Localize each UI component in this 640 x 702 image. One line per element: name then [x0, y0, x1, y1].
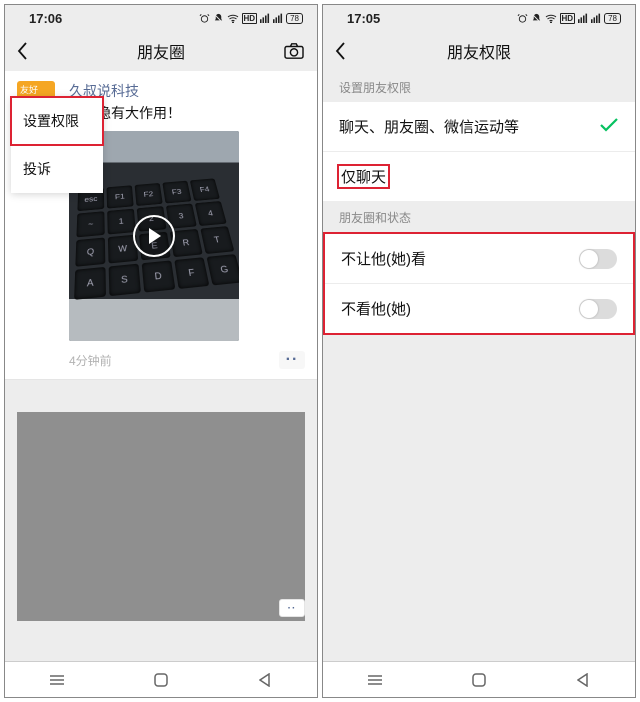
alarm-icon	[199, 13, 210, 24]
section-label-2: 朋友圈和状态	[323, 201, 635, 232]
permission-group-1: 聊天、朋友圈、微信运动等 仅聊天	[323, 102, 635, 201]
alarm-icon	[517, 13, 528, 24]
toggle-hide-theirs[interactable]: 不看他(她)	[325, 284, 633, 333]
feed-timestamp: 4分钟前	[69, 352, 112, 369]
recents-button[interactable]	[366, 673, 384, 687]
battery-icon: 78	[286, 13, 303, 24]
context-menu: 设置权限 投诉	[11, 97, 103, 193]
feed-author[interactable]: 久叔说科技	[69, 81, 305, 101]
signal-icon-2	[591, 13, 601, 23]
menu-item-set-permission[interactable]: 设置权限	[11, 97, 103, 145]
android-back-button[interactable]	[574, 673, 592, 687]
checkmark-icon	[599, 118, 619, 136]
divider	[5, 379, 317, 380]
status-icons: HD 78	[199, 13, 303, 24]
status-icons: HD 78	[517, 13, 621, 24]
play-icon[interactable]	[133, 215, 175, 257]
nav-bar: 朋友圈	[5, 31, 317, 71]
feed-more-button[interactable]: ··	[279, 351, 305, 369]
wifi-icon	[545, 13, 557, 23]
toggle-switch[interactable]	[579, 299, 617, 319]
page-title: 朋友权限	[323, 39, 635, 63]
section-label-1: 设置朋友权限	[323, 71, 635, 102]
home-button[interactable]	[470, 673, 488, 687]
status-bar: 17:05 HD 78	[323, 5, 635, 31]
moment-toggles-group: 不让他(她)看 不看他(她)	[323, 232, 635, 335]
toggle-hide-mine-label: 不让他(她)看	[341, 248, 579, 269]
camera-button[interactable]	[283, 40, 305, 62]
nav-bar: 朋友权限	[323, 31, 635, 71]
feed-more-button-2[interactable]: ··	[279, 599, 305, 617]
back-button[interactable]	[17, 40, 39, 62]
mute-icon	[213, 13, 224, 24]
page-title: 朋友圈	[5, 39, 317, 63]
battery-icon: 78	[604, 13, 621, 24]
option-chat-only-label: 仅聊天	[339, 166, 619, 187]
back-button[interactable]	[335, 40, 357, 62]
mute-icon	[531, 13, 542, 24]
home-button[interactable]	[152, 673, 170, 687]
toggle-hide-mine[interactable]: 不让他(她)看	[325, 234, 633, 284]
toggle-hide-theirs-label: 不看他(她)	[341, 298, 579, 319]
hd-icon: HD	[560, 13, 576, 24]
signal-icon-2	[273, 13, 283, 23]
android-nav-bar	[5, 661, 317, 697]
menu-item-report[interactable]: 投诉	[11, 145, 103, 193]
wifi-icon	[227, 13, 239, 23]
feed-text: 个键隐有大作用！	[69, 103, 305, 123]
android-back-button[interactable]	[256, 673, 274, 687]
recents-button[interactable]	[48, 673, 66, 687]
status-time: 17:05	[347, 11, 380, 26]
signal-icon	[260, 13, 270, 23]
status-bar: 17:06 HD 78	[5, 5, 317, 31]
status-time: 17:06	[29, 11, 62, 26]
timeline-body: 友好 久叔说科技 个键隐有大作用！ escF1F2F3F4 ~1234 QWER…	[5, 71, 317, 661]
permissions-body: 设置朋友权限 聊天、朋友圈、微信运动等 仅聊天 朋友圈和状态 不让他(她)看 不…	[323, 71, 635, 661]
next-feed-placeholder	[17, 412, 305, 621]
toggle-switch[interactable]	[579, 249, 617, 269]
signal-icon	[578, 13, 588, 23]
phone-right: 17:05 HD 78 朋友权限 设置朋友权限 聊天、朋友圈、微信运动等	[322, 4, 636, 698]
hd-icon: HD	[242, 13, 258, 24]
phone-left: 17:06 HD 78 朋友圈 友好 久叔说科技 个键隐有大作用！	[4, 4, 318, 698]
option-full-label: 聊天、朋友圈、微信运动等	[339, 116, 599, 137]
option-chat-only[interactable]: 仅聊天	[323, 152, 635, 201]
option-full[interactable]: 聊天、朋友圈、微信运动等	[323, 102, 635, 152]
android-nav-bar	[323, 661, 635, 697]
